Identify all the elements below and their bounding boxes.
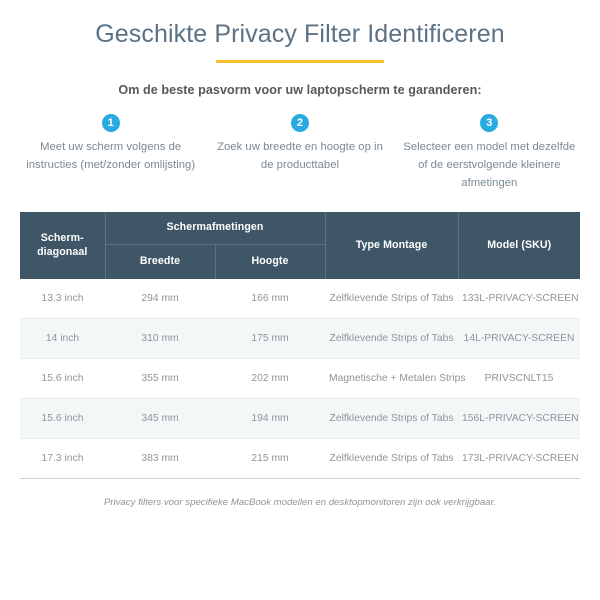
title-block: Geschikte Privacy Filter Identificeren <box>0 0 600 63</box>
cell-hoogte: 215 mm <box>215 438 326 479</box>
table-row: 15.6 inch 345 mm 194 mm Zelfklevende Str… <box>20 398 581 439</box>
cell-diagonaal: 13.3 inch <box>20 278 105 319</box>
page-title: Geschikte Privacy Filter Identificeren <box>95 20 505 48</box>
cell-montage: Magnetische + Metalen Strips <box>325 358 465 399</box>
cell-model: 173L-PRIVACY-SCREEN <box>458 438 581 479</box>
column-header-schermafmetingen: Schermafmetingen <box>105 211 326 245</box>
step-item-3: 3 Selecteer een model met dezelfde of de… <box>395 114 584 193</box>
cell-diagonaal: 17.3 inch <box>20 438 105 479</box>
step-number-badge-1: 1 <box>101 114 120 132</box>
cell-montage: Zelfklevende Strips of Tabs <box>325 398 459 439</box>
column-header-schermdiagonaal: Scherm-diagonaal <box>20 211 106 279</box>
column-header-hoogte: Hoogte <box>215 244 326 279</box>
cell-breedte: 383 mm <box>105 438 215 479</box>
step-text-3: Selecteer een model met dezelfde of de e… <box>403 141 576 189</box>
step-item-2: 2 Zoek uw breedte en hoogte op in de pro… <box>205 114 394 193</box>
cell-breedte: 345 mm <box>105 398 215 439</box>
step-text-2: Zoek uw breedte en hoogte op in de produ… <box>217 141 383 171</box>
column-header-breedte: Breedte <box>105 244 216 279</box>
infographic-page: Geschikte Privacy Filter Identificeren O… <box>0 0 600 600</box>
cell-diagonaal: 15.6 inch <box>20 398 105 439</box>
cell-hoogte: 166 mm <box>215 278 326 319</box>
cell-breedte: 310 mm <box>105 318 215 359</box>
table-row: 17.3 inch 383 mm 215 mm Zelfklevende Str… <box>20 438 581 479</box>
spec-table-head: Scherm-diagonaal Schermafmetingen Type M… <box>20 211 581 279</box>
step-item-1: 1 Meet uw scherm volgens de instructies … <box>16 114 205 193</box>
column-header-type-montage: Type Montage <box>325 211 459 279</box>
cell-montage: Zelfklevende Strips of Tabs <box>325 438 459 479</box>
cell-montage: Zelfklevende Strips of Tabs <box>325 318 459 359</box>
cell-breedte: 294 mm <box>105 278 215 319</box>
step-number-badge-3: 3 <box>480 114 499 132</box>
cell-model: 133L-PRIVACY-SCREEN <box>458 278 581 319</box>
cell-montage: Zelfklevende Strips of Tabs <box>325 278 459 319</box>
spec-table-wrapper: Scherm-diagonaal Schermafmetingen Type M… <box>20 211 581 479</box>
cell-breedte: 355 mm <box>105 358 215 399</box>
cell-model: 14L-PRIVACY-SCREEN <box>458 318 581 359</box>
step-text-1: Meet uw scherm volgens de instructies (m… <box>26 141 196 171</box>
steps-list: 1 Meet uw scherm volgens de instructies … <box>0 114 600 193</box>
cell-diagonaal: 14 inch <box>20 318 105 359</box>
spec-table: Scherm-diagonaal Schermafmetingen Type M… <box>20 211 581 479</box>
subtitle: Om de beste pasvorm voor uw laptopscherm… <box>118 83 482 97</box>
table-row: 14 inch 310 mm 175 mm Zelfklevende Strip… <box>20 318 581 359</box>
cell-hoogte: 175 mm <box>215 318 326 359</box>
footnote: Privacy filters voor specifieke MacBook … <box>103 496 497 508</box>
spec-table-body: 13.3 inch 294 mm 166 mm Zelfklevende Str… <box>20 278 581 479</box>
table-row: 13.3 inch 294 mm 166 mm Zelfklevende Str… <box>20 278 581 319</box>
title-underline-rule <box>216 60 384 63</box>
cell-hoogte: 202 mm <box>215 358 326 399</box>
table-header-row-1: Scherm-diagonaal Schermafmetingen Type M… <box>20 211 581 279</box>
step-number-badge-2: 2 <box>290 114 309 132</box>
column-header-model-sku: Model (SKU) <box>458 211 581 279</box>
cell-model: 156L-PRIVACY-SCREEN <box>458 398 581 439</box>
cell-hoogte: 194 mm <box>215 398 326 439</box>
cell-diagonaal: 15.6 inch <box>20 358 105 399</box>
table-row: 15.6 inch 355 mm 202 mm Magnetische + Me… <box>20 358 581 399</box>
cell-model: PRIVSCNLT15 <box>458 358 581 399</box>
